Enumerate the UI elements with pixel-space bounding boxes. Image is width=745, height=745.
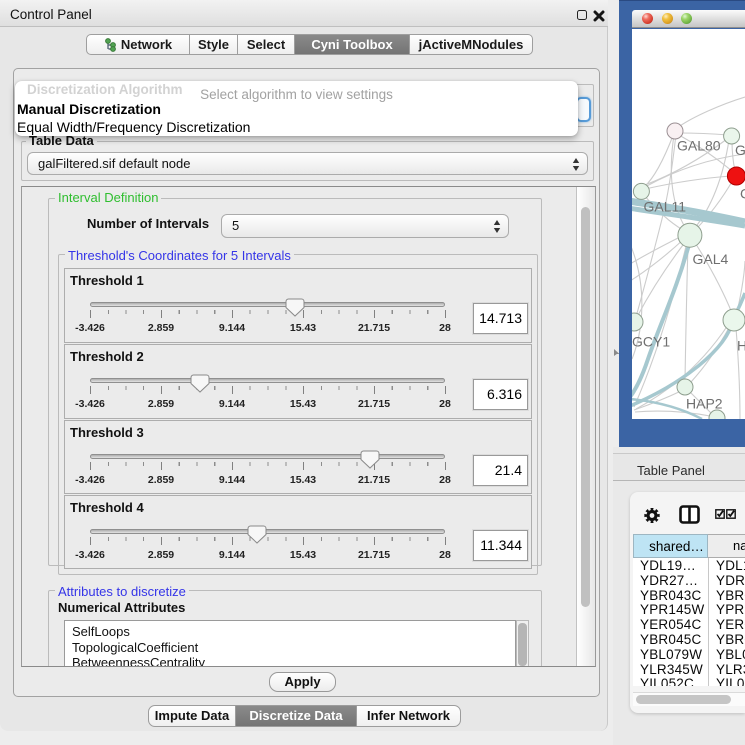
svg-text:GAL4: GAL4	[693, 251, 729, 267]
svg-text:GCY1: GCY1	[632, 334, 670, 350]
svg-text:CY: CY	[740, 186, 745, 202]
svg-text:GAL80: GAL80	[677, 138, 721, 154]
svg-text:HAP2: HAP2	[686, 395, 723, 411]
svg-text:GA: GA	[735, 142, 745, 158]
svg-text:H: H	[737, 338, 745, 354]
svg-text:GAL11: GAL11	[644, 199, 687, 215]
